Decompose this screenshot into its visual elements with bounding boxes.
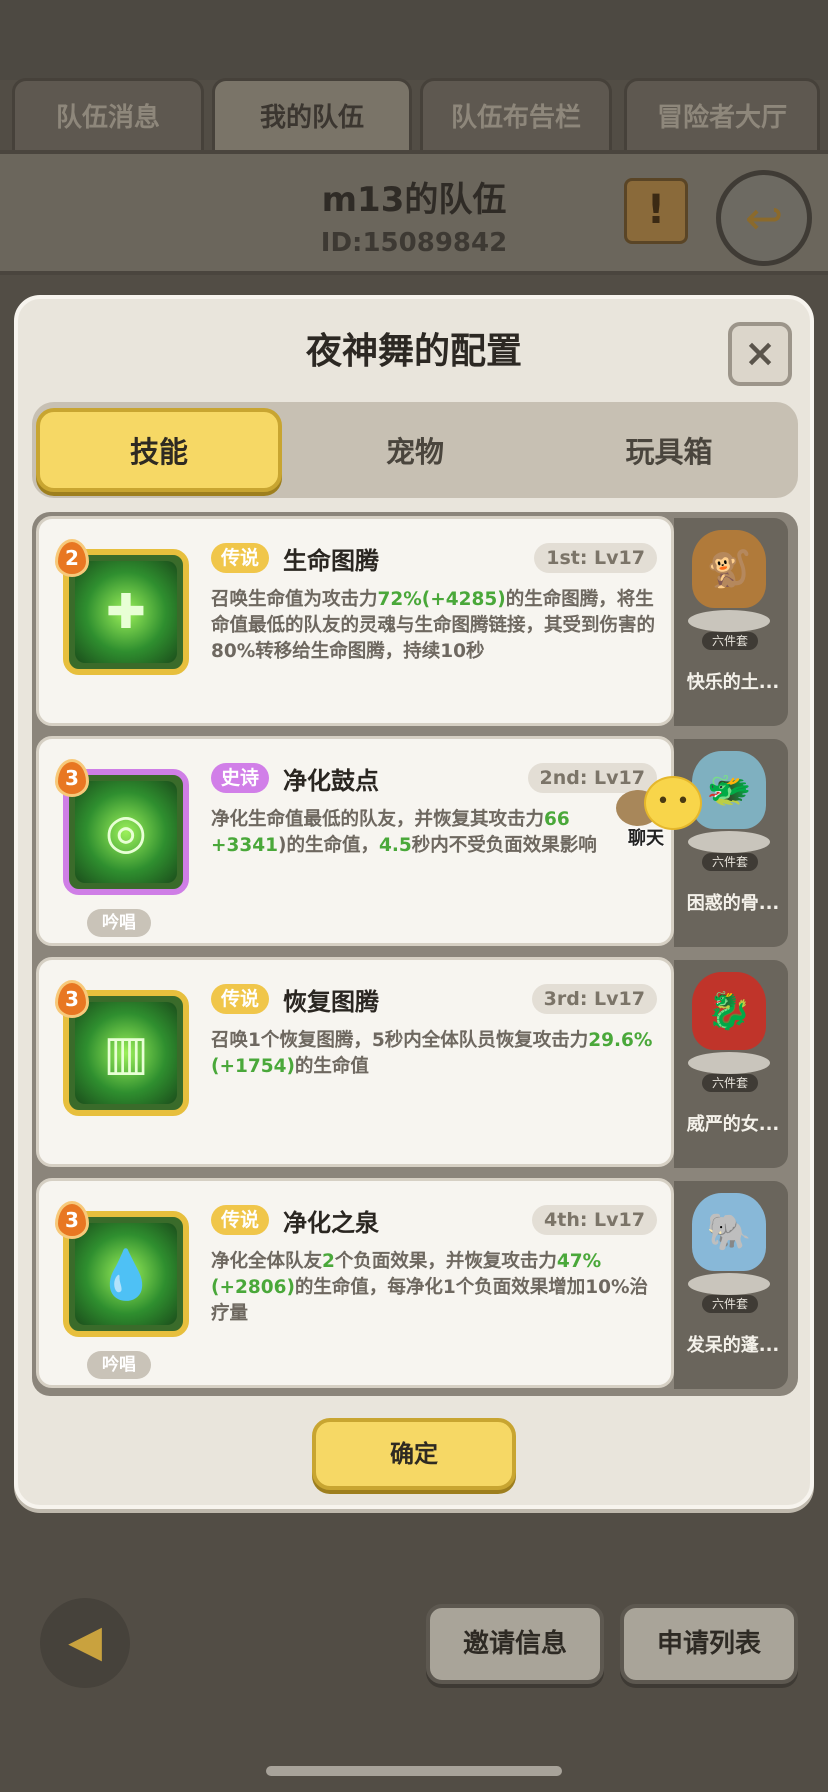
- pet-name: 快乐的土...: [686, 672, 780, 693]
- skill-slot: 1st: Lv17: [534, 543, 657, 573]
- pet-name: 威严的女...: [686, 1114, 780, 1135]
- skill-description: 召唤生命值为攻击力72%(+4285)的生命图腾，将生命值最低的队友的灵魂与生命…: [211, 589, 656, 662]
- totem-icon: ✚: [75, 561, 177, 663]
- pet-slot[interactable]: 🐘 六件套 发呆的蓬...: [674, 1181, 788, 1389]
- water-drop-icon: 💧: [75, 1223, 177, 1325]
- config-tabbar: 技能 宠物 玩具箱: [32, 402, 798, 498]
- skill-slot: 3rd: Lv17: [531, 984, 657, 1014]
- team-id: ID:15089842: [320, 228, 508, 258]
- pet-avatar: 🐒: [692, 530, 766, 608]
- skill-row[interactable]: 💧 3 吟唱 传说 净化之泉 4th: Lv17 净化全体队友2个负面效果，并恢…: [36, 1178, 676, 1390]
- skill-level-badge: 3: [55, 980, 89, 1018]
- tab-pets[interactable]: 宠物: [292, 408, 538, 492]
- tab-team-board[interactable]: 队伍布告栏: [420, 78, 612, 150]
- skill-card[interactable]: ◎ 3 吟唱 史诗 净化鼓点 2nd: Lv17 净化生命值最低的队友，并恢复其…: [36, 736, 674, 946]
- skill-description: 净化生命值最低的队友，并恢复其攻击力66 +3341)的生命值，4.5秒内不受负面…: [211, 809, 597, 856]
- pet-set-tag: 六件套: [702, 1295, 758, 1313]
- skill-row[interactable]: ✚ 2 传说 生命图腾 1st: Lv17 召唤生命值为攻击力72%(+4285…: [36, 516, 676, 728]
- pet-set-tag: 六件套: [702, 1074, 758, 1092]
- confirm-button[interactable]: 确定: [312, 1418, 516, 1490]
- team-name: m13的队伍: [321, 180, 507, 220]
- skill-name: 生命图腾: [283, 547, 379, 575]
- skill-level-badge: 3: [55, 1201, 89, 1239]
- modal-title: 夜神舞的配置: [305, 331, 522, 372]
- rarity-badge: 传说: [211, 1205, 270, 1235]
- skill-name: 净化鼓点: [283, 767, 379, 795]
- pet-pedestal: [688, 1273, 770, 1295]
- pet-pedestal: [688, 1052, 770, 1074]
- invite-info-button[interactable]: 邀请信息: [426, 1604, 604, 1684]
- home-indicator[interactable]: [266, 1766, 562, 1776]
- drum-icon: ◎: [75, 781, 177, 883]
- pet-avatar: 🐲: [692, 751, 766, 829]
- skill-slot: 4th: Lv17: [532, 1205, 657, 1235]
- skill-description: 召唤1个恢复图腾，5秒内全体队员恢复攻击力29.6%(+1754)的生命值: [211, 1030, 653, 1077]
- rarity-badge: 传说: [211, 543, 270, 573]
- close-button[interactable]: ×: [728, 322, 792, 386]
- tab-adventurer-hall[interactable]: 冒险者大厅: [624, 78, 820, 150]
- skill-level-badge: 3: [55, 759, 89, 797]
- skill-description: 净化全体队友2个负面效果，并恢复攻击力47%(+2806)的生命值，每净化1个负…: [211, 1251, 649, 1324]
- back-arrow-icon[interactable]: ◀: [40, 1598, 130, 1688]
- skill-name: 恢复图腾: [283, 988, 379, 1016]
- chant-tag: 吟唱: [87, 909, 151, 937]
- scroll-icon[interactable]: !: [624, 178, 688, 244]
- skill-card[interactable]: ▥ 3 传说 恢复图腾 3rd: Lv17 召唤1个恢复图腾，5秒内全体队员恢复…: [36, 957, 674, 1167]
- pet-pedestal: [688, 610, 770, 632]
- pet-avatar: 🐘: [692, 1193, 766, 1271]
- skill-row[interactable]: ◎ 3 吟唱 史诗 净化鼓点 2nd: Lv17 净化生命值最低的队友，并恢复其…: [36, 736, 676, 948]
- pet-name: 发呆的蓬...: [686, 1335, 780, 1356]
- chant-tag: 吟唱: [87, 1351, 151, 1379]
- smiley-icon: • •: [644, 776, 702, 830]
- pet-set-tag: 六件套: [702, 632, 758, 650]
- pet-name: 困惑的骨...: [686, 893, 780, 914]
- tab-skills[interactable]: 技能: [36, 408, 282, 492]
- rarity-badge: 史诗: [211, 763, 270, 793]
- pet-set-tag: 六件套: [702, 853, 758, 871]
- tab-my-team[interactable]: 我的队伍: [212, 78, 412, 150]
- tab-team-messages[interactable]: 队伍消息: [12, 78, 204, 150]
- pet-avatar: 🐉: [692, 972, 766, 1050]
- pet-slot[interactable]: 🐉 六件套 威严的女...: [674, 960, 788, 1168]
- rarity-badge: 传说: [211, 984, 270, 1014]
- pet-slot[interactable]: 🐒 六件套 快乐的土...: [674, 518, 788, 726]
- top-background: [0, 0, 828, 80]
- skill-level-badge: 2: [55, 539, 89, 577]
- skill-card[interactable]: ✚ 2 传说 生命图腾 1st: Lv17 召唤生命值为攻击力72%(+4285…: [36, 516, 674, 726]
- exit-door-icon[interactable]: ↩: [716, 170, 812, 266]
- skill-row[interactable]: ▥ 3 传说 恢复图腾 3rd: Lv17 召唤1个恢复图腾，5秒内全体队员恢复…: [36, 957, 676, 1169]
- team-tabs: 队伍消息 我的队伍 队伍布告栏 冒险者大厅: [0, 78, 828, 150]
- apply-list-button[interactable]: 申请列表: [620, 1604, 798, 1684]
- skill-card[interactable]: 💧 3 吟唱 传说 净化之泉 4th: Lv17 净化全体队友2个负面效果，并恢…: [36, 1178, 674, 1388]
- totem-icon: ▥: [75, 1002, 177, 1104]
- tab-toybox[interactable]: 玩具箱: [546, 408, 792, 492]
- skill-name: 净化之泉: [283, 1209, 379, 1237]
- chat-button[interactable]: • • 聊天: [614, 776, 702, 849]
- chat-label: 聊天: [628, 828, 664, 849]
